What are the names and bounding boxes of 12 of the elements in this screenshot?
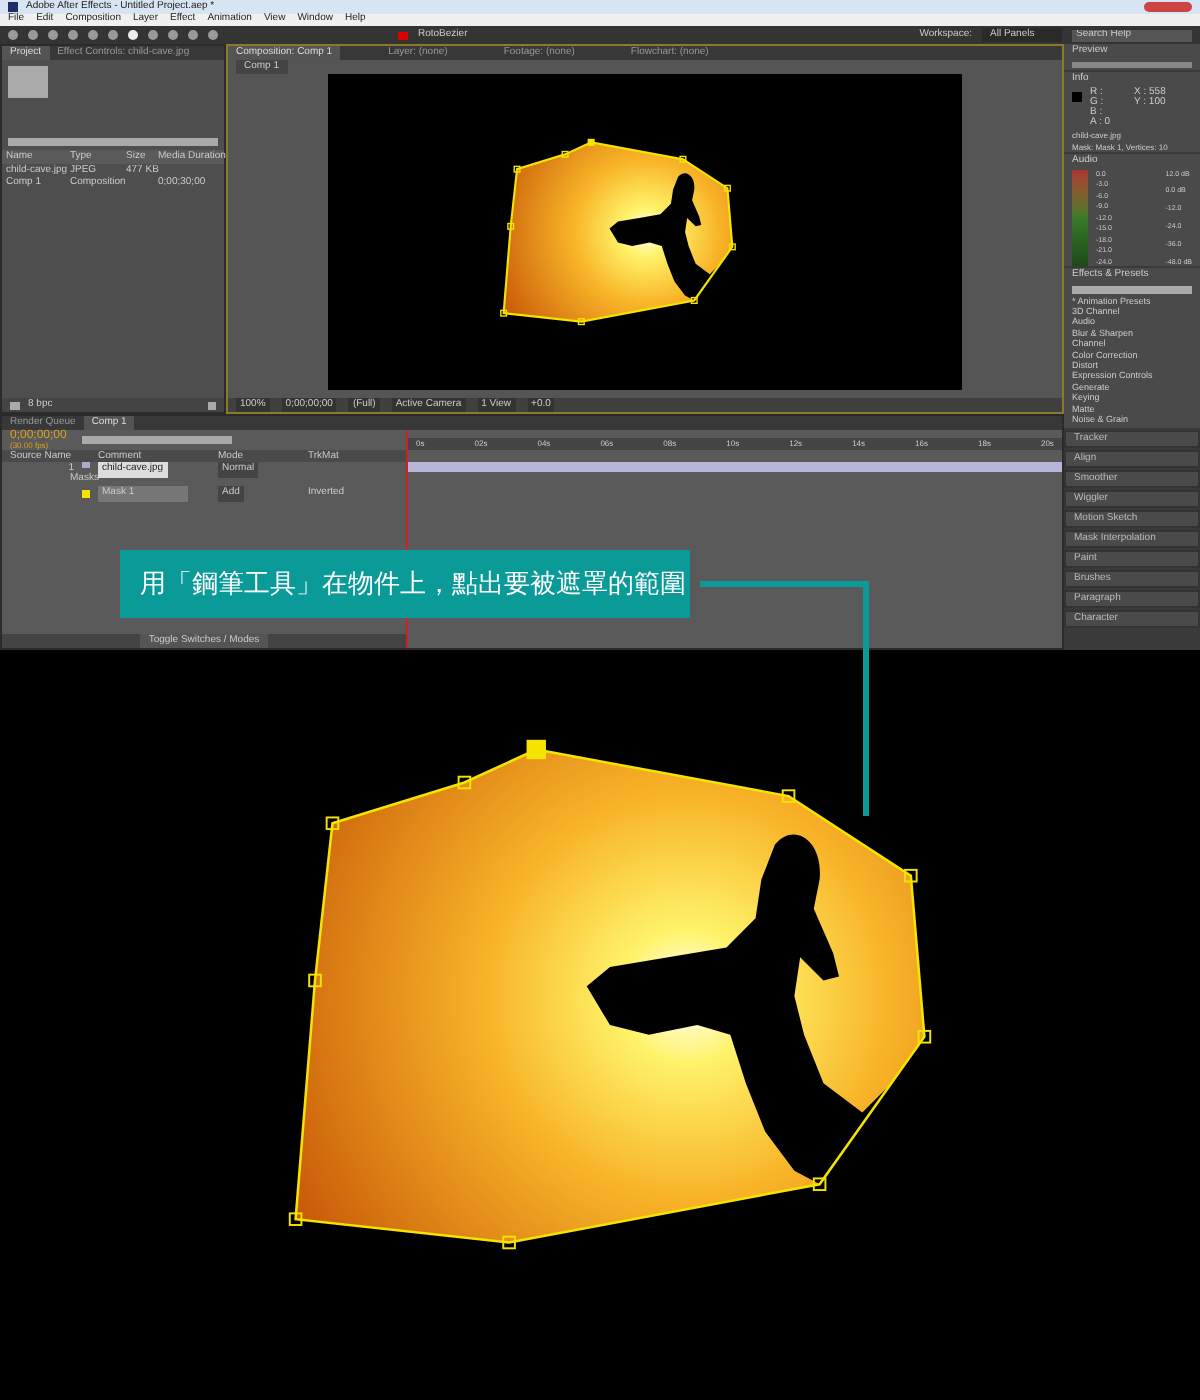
- effects-search-field[interactable]: [1072, 285, 1192, 293]
- window-controls-icon[interactable]: [1144, 2, 1192, 12]
- thumbnail: [8, 66, 48, 98]
- app-icon: [8, 2, 18, 12]
- color-swatch: [1072, 91, 1082, 101]
- project-search-field[interactable]: [8, 137, 218, 145]
- audio-meter: [1072, 169, 1088, 266]
- timeline-search-field[interactable]: [82, 436, 233, 444]
- callout-text: 用「鋼筆工具」在物件上，點出要被遮罩的範圍: [140, 566, 686, 603]
- mask-color-swatch: [82, 489, 90, 498]
- image-icon: [82, 462, 90, 468]
- record-icon[interactable]: [398, 31, 408, 39]
